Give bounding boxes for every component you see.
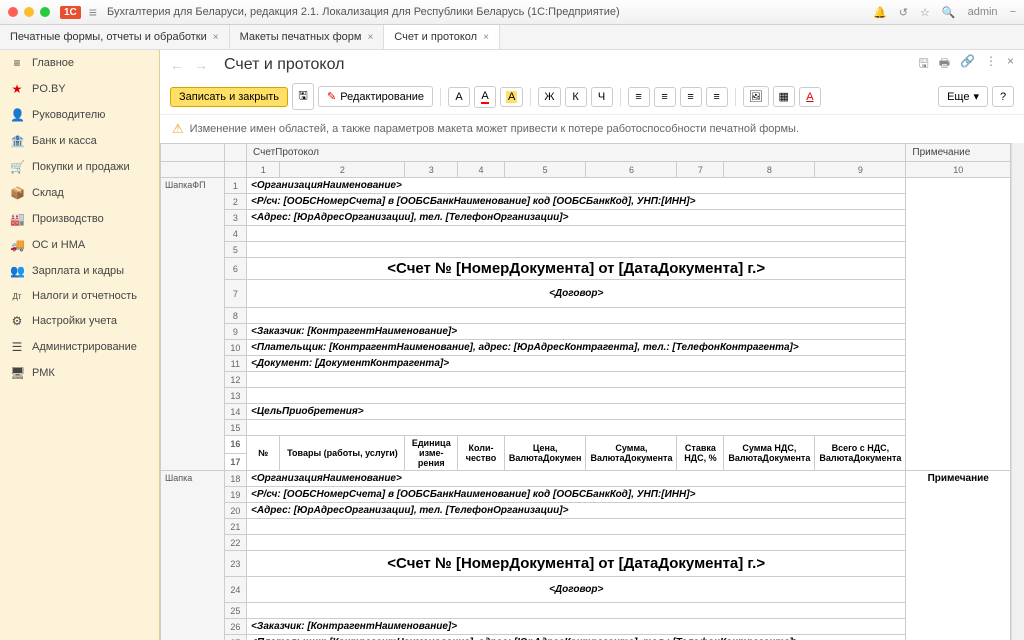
sidebar-item-salary[interactable]: 👥Зарплата и кадры xyxy=(0,258,159,284)
clear-fmt-button[interactable]: A xyxy=(799,87,821,107)
sidebar-item-production[interactable]: 🏭Производство xyxy=(0,206,159,232)
star-icon: ★ xyxy=(10,82,24,96)
sidebar: ≡Главное ★PO.BY 👤Руководителю 🏦Банк и ка… xyxy=(0,50,160,640)
tab-bar: Печатные формы, отчеты и обработки× Маке… xyxy=(0,25,1024,50)
save-icon[interactable]: 🖫 xyxy=(918,54,928,75)
fill-color-button[interactable]: A xyxy=(500,87,523,107)
search-icon[interactable]: 🔍 xyxy=(942,6,956,19)
gear-icon: ⚙ xyxy=(10,314,24,328)
align-left-button[interactable]: ≡ xyxy=(628,87,650,107)
image-button[interactable]: 🖼 xyxy=(743,86,769,107)
star-icon[interactable]: ☆ xyxy=(920,6,930,19)
sidebar-item-poby[interactable]: ★PO.BY xyxy=(0,76,159,102)
font-button[interactable]: A xyxy=(448,87,470,107)
admin-icon: ☰ xyxy=(10,340,24,354)
user-label[interactable]: admin xyxy=(968,6,998,18)
sidebar-item-warehouse[interactable]: 📦Склад xyxy=(0,180,159,206)
home-icon: ≡ xyxy=(10,56,24,70)
sidebar-item-settings[interactable]: ⚙Настройки учета xyxy=(0,308,159,334)
tab-print-forms[interactable]: Печатные формы, отчеты и обработки× xyxy=(0,25,230,49)
people-icon: 👥 xyxy=(10,264,24,278)
sidebar-item-manager[interactable]: 👤Руководителю xyxy=(0,102,159,128)
more-icon[interactable]: ⋮ xyxy=(985,54,997,75)
sidebar-item-admin[interactable]: ☰Администрирование xyxy=(0,334,159,360)
bold-button[interactable]: Ж xyxy=(538,87,560,107)
help-button[interactable]: ? xyxy=(992,86,1014,107)
close-icon[interactable]: × xyxy=(213,32,219,43)
minimize-icon[interactable]: − xyxy=(1010,6,1016,18)
align-right-button[interactable]: ≡ xyxy=(680,87,702,107)
spreadsheet[interactable]: СчетПротоколПримечание 12 34 56 78 910 Ш… xyxy=(160,143,1024,640)
toolbar: Записать и закрыть 🖫 ✎Редактирование A A… xyxy=(160,79,1024,115)
vertical-scrollbar[interactable] xyxy=(1011,143,1024,640)
warning-bar: ⚠ Изменение имен областей, а также парам… xyxy=(160,115,1024,143)
close-page-icon[interactable]: × xyxy=(1007,54,1014,75)
app-title: Бухгалтерия для Беларуси, редакция 2.1. … xyxy=(107,6,873,18)
cart-icon: 🛒 xyxy=(10,160,24,174)
warning-icon: ⚠ xyxy=(172,121,184,137)
sidebar-item-taxes[interactable]: ДтНалоги и отчетность xyxy=(0,284,159,308)
sidebar-item-sales[interactable]: 🛒Покупки и продажи xyxy=(0,154,159,180)
bank-icon: 🏦 xyxy=(10,134,24,148)
borders-button[interactable]: ▦ xyxy=(773,86,795,107)
box-icon: 📦 xyxy=(10,186,24,200)
page-title: Счет и протокол xyxy=(224,56,344,74)
more-button[interactable]: Еще ▾ xyxy=(938,86,988,107)
tab-invoice[interactable]: Счет и протокол× xyxy=(384,25,500,49)
nav-back-icon[interactable]: ← xyxy=(170,57,184,73)
align-justify-button[interactable]: ≡ xyxy=(706,87,728,107)
sidebar-item-main[interactable]: ≡Главное xyxy=(0,50,159,76)
close-icon[interactable]: × xyxy=(367,32,373,43)
sidebar-item-assets[interactable]: 🚚ОС и НМА xyxy=(0,232,159,258)
history-icon[interactable]: ↺ xyxy=(899,6,908,19)
align-center-button[interactable]: ≡ xyxy=(654,87,676,107)
dt-icon: Дт xyxy=(10,292,24,301)
edit-mode-button[interactable]: ✎Редактирование xyxy=(318,86,433,107)
tab-templates[interactable]: Макеты печатных форм× xyxy=(230,25,385,49)
person-icon: 👤 xyxy=(10,108,24,122)
save-button[interactable]: 🖫 xyxy=(292,83,314,110)
sidebar-item-rmk[interactable]: 🖥РМК xyxy=(0,360,159,386)
italic-button[interactable]: К xyxy=(565,87,587,107)
link-icon[interactable]: 🔗 xyxy=(960,54,975,75)
logo-1c: 1С xyxy=(60,6,81,19)
nav-fwd-icon[interactable]: → xyxy=(194,57,208,73)
truck-icon: 🚚 xyxy=(10,238,24,252)
factory-icon: 🏭 xyxy=(10,212,24,226)
sidebar-item-bank[interactable]: 🏦Банк и касса xyxy=(0,128,159,154)
window-controls[interactable] xyxy=(8,7,50,17)
close-icon[interactable]: × xyxy=(483,32,489,43)
underline-button[interactable]: Ч xyxy=(591,87,613,107)
bell-icon[interactable]: 🔔 xyxy=(873,6,887,19)
menu-icon[interactable]: ≡ xyxy=(89,4,97,20)
pos-icon: 🖥 xyxy=(10,366,24,380)
font-color-button[interactable]: A xyxy=(474,86,496,108)
titlebar: 1С ≡ Бухгалтерия для Беларуси, редакция … xyxy=(0,0,1024,25)
print-icon[interactable]: 🖶 xyxy=(939,54,950,75)
save-close-button[interactable]: Записать и закрыть xyxy=(170,87,288,107)
